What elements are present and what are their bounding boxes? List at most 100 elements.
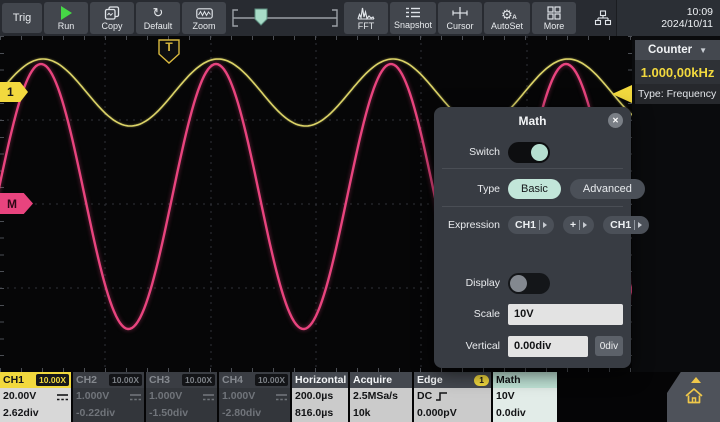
math-dialog-title: Math <box>519 114 547 128</box>
vertical-zero-button[interactable]: 0div <box>595 336 623 356</box>
snapshot-label: Snapshot <box>394 20 432 30</box>
toggle-knob <box>531 144 548 161</box>
run-button[interactable]: Run <box>44 2 88 34</box>
vertical-input[interactable]: 0.00div <box>508 336 588 357</box>
more-label: More <box>544 21 565 31</box>
ch1-marker-label: 1 <box>7 85 14 99</box>
ch2-probe-badge: 10.00X <box>109 374 142 386</box>
top-toolbar: Trig Run Copy ↻ Default Zoom <box>0 0 720 36</box>
more-button[interactable]: More <box>532 2 576 34</box>
scale-row: Scale 10V <box>442 303 623 325</box>
trig-button[interactable]: Trig <box>2 3 42 33</box>
default-button[interactable]: ↻ Default <box>136 2 180 34</box>
snapshot-list-icon <box>405 6 421 19</box>
channel1-box[interactable]: CH1 10.00X 20.00V 2.62div <box>0 372 71 422</box>
scale-label: Scale <box>442 308 500 320</box>
trigger-level-arrow[interactable] <box>612 85 632 103</box>
trig-label: Trig <box>13 12 32 24</box>
math-dialog: Math ✕ Switch Type Basic Advanced Expres <box>434 107 631 368</box>
expression-label: Expression <box>442 219 500 231</box>
dc-coupling-icon <box>203 393 214 402</box>
expression-row: Expression CH1 + CH1 <box>442 213 623 237</box>
toggle-knob <box>510 275 527 292</box>
ch2-name: CH2 <box>76 374 97 386</box>
vertical-label: Vertical <box>442 340 500 352</box>
chevron-down-icon: ▼ <box>699 46 707 55</box>
horizontal-position-slider[interactable] <box>228 0 342 36</box>
type-row: Type Basic Advanced <box>442 177 623 201</box>
clock-time: 10:09 <box>687 6 713 19</box>
trigger-marker-label: T <box>158 40 180 54</box>
more-grid-icon <box>547 6 561 20</box>
horizontal-box[interactable]: Horizontal 200.0µs 816.0µs <box>292 372 348 422</box>
separator <box>579 220 580 230</box>
type-basic-option[interactable]: Basic <box>508 179 561 199</box>
expression-operand1-select[interactable]: CH1 <box>508 216 554 234</box>
run-label: Run <box>58 21 75 31</box>
switch-row: Switch <box>442 140 623 164</box>
ch1-name: CH1 <box>3 374 24 386</box>
refresh-icon: ↻ <box>153 6 164 20</box>
rising-edge-icon <box>436 391 448 402</box>
type-advanced-option[interactable]: Advanced <box>570 179 645 199</box>
zoom-waveform-icon <box>196 6 213 20</box>
math-switch-toggle[interactable] <box>508 142 550 163</box>
ch3-name: CH3 <box>149 374 170 386</box>
copy-icon <box>104 6 120 20</box>
switch-label: Switch <box>442 146 500 158</box>
close-icon: ✕ <box>612 116 619 125</box>
separator <box>634 220 635 230</box>
counter-title: Counter <box>648 44 692 56</box>
cursor-label: Cursor <box>446 21 473 31</box>
expression-operand2-select[interactable]: CH1 <box>603 216 649 234</box>
display-label: Display <box>442 277 500 289</box>
cursor-button[interactable]: Cursor <box>438 2 482 34</box>
clock-display: 10:09 2024/10/11 <box>616 0 720 36</box>
copy-button[interactable]: Copy <box>90 2 134 34</box>
expand-up-icon[interactable] <box>691 377 701 383</box>
vertical-row: Vertical 0.00div 0div <box>442 335 623 357</box>
fft-label: FFT <box>358 21 375 31</box>
home-icon[interactable] <box>683 386 705 406</box>
counter-panel: Counter ▼ 1.000,00kHz Type: Frequency <box>635 40 720 104</box>
channel3-box[interactable]: CH3 10.00X 1.000V -1.50div <box>146 372 217 422</box>
autoset-label: AutoSet <box>491 21 523 31</box>
expression-operator-select[interactable]: + <box>563 216 594 234</box>
corner-menu-panel[interactable] <box>667 372 720 422</box>
ch4-name: CH4 <box>222 374 243 386</box>
ch1-probe-badge: 10.00X <box>36 374 69 386</box>
separator <box>539 220 540 230</box>
slider-handle <box>255 9 267 25</box>
trigger-position-marker[interactable]: T <box>158 39 180 64</box>
divider <box>442 206 623 207</box>
channel2-box[interactable]: CH2 10.00X 1.000V -0.22div <box>73 372 144 422</box>
right-sidebar: Counter ▼ 1.000,00kHz Type: Frequency <box>632 36 720 372</box>
dc-coupling-icon <box>130 393 141 402</box>
trigger-source-badge: 1 <box>474 375 489 386</box>
acquire-box[interactable]: Acquire 2.5MSa/s 10k <box>350 372 412 422</box>
display-row: Display <box>442 271 623 295</box>
ch3-probe-badge: 10.00X <box>182 374 215 386</box>
clock-date: 2024/10/11 <box>661 18 713 31</box>
counter-type: Type: Frequency <box>635 84 720 104</box>
close-button[interactable]: ✕ <box>608 113 623 128</box>
scale-input[interactable]: 10V <box>508 304 623 325</box>
cursor-crosshair-icon <box>452 6 468 20</box>
copy-label: Copy <box>101 21 122 31</box>
default-label: Default <box>144 21 173 31</box>
fft-button[interactable]: FFT <box>344 2 388 34</box>
divider <box>442 168 623 169</box>
snapshot-button[interactable]: Snapshot <box>390 2 436 34</box>
oscilloscope-screen: Trig Run Copy ↻ Default Zoom <box>0 0 720 422</box>
dc-coupling-icon <box>57 393 68 402</box>
ch4-probe-badge: 10.00X <box>255 374 288 386</box>
trigger-edge-box[interactable]: Edge 1 DC 0.000pV <box>414 372 491 422</box>
counter-header[interactable]: Counter ▼ <box>635 40 720 60</box>
zoom-button[interactable]: Zoom <box>182 2 226 34</box>
math-status-box[interactable]: Math 10V 0.0div <box>493 372 557 422</box>
channel4-box[interactable]: CH4 10.00X 1.000V -2.80div <box>219 372 290 422</box>
autoset-button[interactable]: ⚙ A AutoSet <box>484 2 530 34</box>
network-status-button[interactable] <box>592 10 614 26</box>
display-toggle[interactable] <box>508 273 550 294</box>
dc-coupling-icon <box>276 393 287 402</box>
